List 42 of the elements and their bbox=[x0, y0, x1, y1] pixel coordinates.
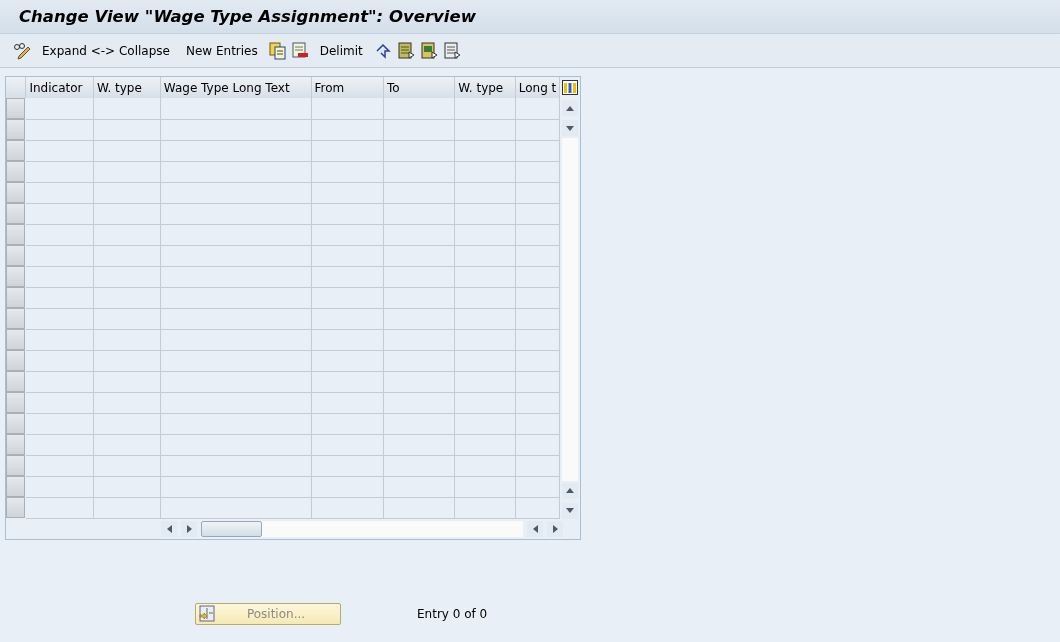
row-selector[interactable] bbox=[6, 182, 25, 203]
scroll-up-button[interactable] bbox=[562, 482, 579, 499]
row-selector[interactable] bbox=[6, 161, 25, 182]
position-icon bbox=[199, 605, 215, 622]
row-selector[interactable] bbox=[6, 392, 25, 413]
scroll-right-button[interactable] bbox=[547, 520, 563, 537]
row-selector[interactable] bbox=[6, 119, 25, 140]
scroll-down-button[interactable] bbox=[562, 502, 579, 519]
scroll-up-button[interactable] bbox=[562, 100, 579, 116]
down-arrow-icon bbox=[565, 123, 576, 133]
right-arrow-icon bbox=[550, 523, 560, 534]
row-selector[interactable] bbox=[6, 140, 25, 161]
row-selector[interactable] bbox=[6, 329, 25, 350]
row-selector[interactable] bbox=[6, 497, 25, 518]
row-selector[interactable] bbox=[6, 98, 25, 119]
toolbar-button[interactable]: New Entries bbox=[177, 41, 266, 60]
entry-count: Entry 0 of 0 bbox=[417, 605, 488, 623]
up-arrow-icon bbox=[565, 486, 576, 495]
row-selector[interactable] bbox=[6, 224, 25, 245]
down-arrow-icon bbox=[565, 506, 576, 515]
row-selector[interactable] bbox=[6, 245, 25, 266]
row-selector[interactable] bbox=[6, 476, 25, 497]
row-selector[interactable] bbox=[6, 434, 25, 455]
row-selector[interactable] bbox=[6, 350, 25, 371]
scrollbar-thumb[interactable] bbox=[201, 520, 262, 537]
row-selector[interactable] bbox=[6, 287, 25, 308]
row-selector[interactable] bbox=[6, 308, 25, 329]
scroll-left-button[interactable] bbox=[161, 520, 177, 537]
toolbar-button[interactable]: Expand <-> Collapse bbox=[34, 41, 178, 60]
window-title: Change View "Wage Type Assignment": Overview bbox=[0, 0, 1060, 34]
row-selector[interactable] bbox=[6, 455, 25, 476]
row-selector[interactable] bbox=[6, 266, 25, 287]
toolbar-button[interactable]: Delimit bbox=[311, 41, 371, 60]
column-header[interactable]: To bbox=[387, 80, 400, 95]
row-selector[interactable] bbox=[6, 203, 25, 224]
right-arrow-icon bbox=[184, 523, 194, 534]
scroll-left-button[interactable] bbox=[527, 520, 543, 537]
scroll-down-button[interactable] bbox=[562, 120, 579, 136]
row-selector[interactable] bbox=[6, 371, 25, 392]
column-settings-icon[interactable] bbox=[561, 78, 579, 96]
scroll-right-button[interactable] bbox=[181, 520, 197, 537]
row-selector[interactable] bbox=[6, 413, 25, 434]
